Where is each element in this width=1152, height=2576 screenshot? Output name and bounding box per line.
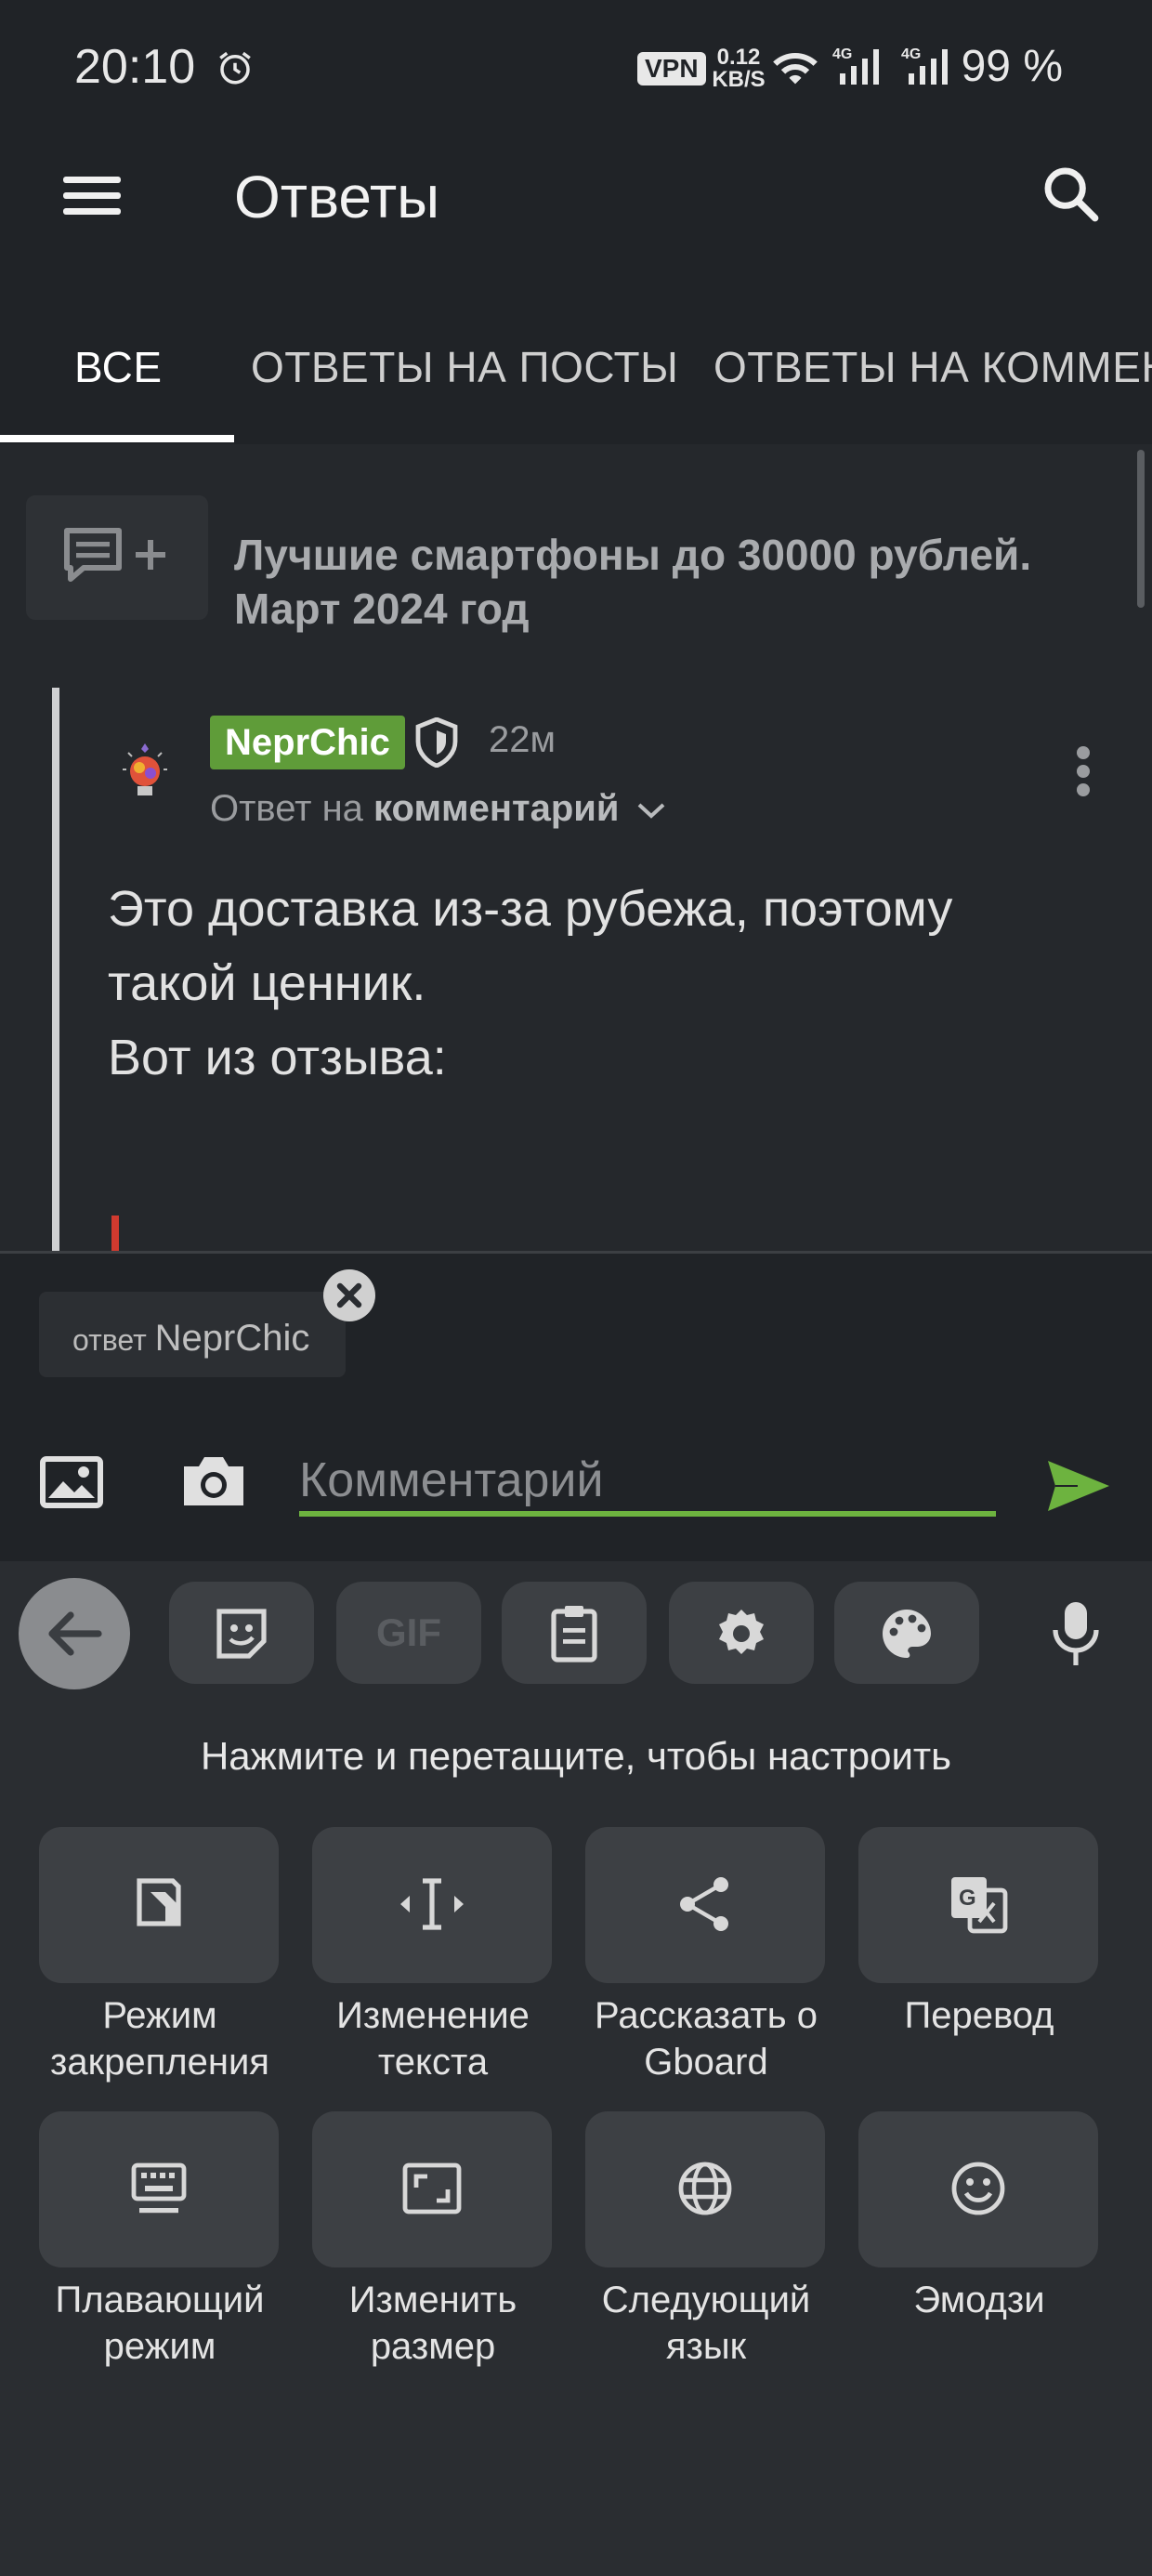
tile-floating-mode[interactable]	[39, 2111, 279, 2267]
menu-icon[interactable]	[63, 173, 121, 217]
scrollbar[interactable]	[1137, 450, 1145, 608]
tile-emoji[interactable]	[858, 2111, 1098, 2267]
signal-4g-icon: 4G	[901, 43, 957, 89]
microphone-icon[interactable]	[1048, 1598, 1104, 1667]
camera-icon[interactable]	[178, 1452, 249, 1511]
image-icon[interactable]	[39, 1455, 104, 1509]
emoji-icon	[951, 2162, 1005, 2215]
reply-to-info[interactable]: Ответ на комментарий	[210, 788, 665, 830]
network-speed: 0.12 KB/S	[712, 45, 766, 92]
tab-post-replies[interactable]: ОТВЕТЫ НА ПОСТЫ	[251, 342, 678, 392]
globe-icon	[678, 2162, 732, 2215]
replies-feed[interactable]: Лучшие смартфоны до 30000 рублей. Март 2…	[0, 444, 1152, 1251]
alarm-icon	[216, 48, 255, 87]
tile-label: Рассказать о Gboard	[595, 1995, 818, 2083]
vpn-badge: VPN	[637, 52, 706, 85]
tab-all[interactable]: ВСЕ	[74, 342, 163, 392]
shield-icon	[414, 717, 459, 768]
page-title: Ответы	[234, 164, 440, 230]
tile-resize[interactable]	[312, 2111, 552, 2267]
avatar[interactable]	[121, 740, 169, 805]
tile-translate[interactable]: G	[858, 1827, 1098, 1983]
tab-bar: ВСЕ ОТВЕТЫ НА ПОСТЫ ОТВЕТЫ НА КОММЕНТАРИ…	[0, 307, 1152, 446]
settings-button[interactable]	[669, 1582, 814, 1684]
username-badge[interactable]: NeprChic	[210, 716, 405, 769]
tab-comment-replies[interactable]: ОТВЕТЫ НА КОММЕНТАРИИ	[713, 342, 1152, 392]
translate-icon: G	[951, 1877, 1008, 1934]
tile-pin-mode[interactable]	[39, 1827, 279, 1983]
comment-body: Это доставка из-за рубежа, поэтому такой…	[108, 881, 953, 1085]
tile-label: Эмодзи	[913, 2280, 1045, 2320]
comment-input[interactable]	[299, 1450, 996, 1517]
tile-next-language[interactable]	[585, 2111, 825, 2267]
palette-icon	[883, 1610, 931, 1658]
tile-label: Перевод	[904, 1995, 1054, 2036]
signal-4g-icon: 4G	[832, 43, 888, 89]
chevron-down-icon	[637, 801, 665, 820]
comment-add-icon	[61, 525, 177, 592]
tile-label: Изменение текста	[336, 1995, 530, 2083]
tile-label: Следующий язык	[601, 2280, 811, 2367]
embedded-image-edge	[111, 1216, 119, 1251]
sticker-button[interactable]	[169, 1582, 314, 1684]
svg-text:4G: 4G	[832, 46, 852, 62]
post-comment-add-button[interactable]	[26, 495, 208, 620]
svg-text:4G: 4G	[901, 46, 921, 62]
tile-label: Изменить размер	[348, 2280, 517, 2367]
customize-hint: Нажмите и перетащите, чтобы настроить	[200, 1734, 952, 1778]
thread-line	[52, 688, 59, 1251]
text-edit-icon	[400, 1878, 464, 1930]
tile-label: Режим закрепления	[50, 1995, 269, 2083]
tile-text-edit[interactable]	[312, 1827, 552, 1983]
theme-button[interactable]	[834, 1582, 979, 1684]
floating-keyboard-icon	[131, 2162, 187, 2214]
pin-mode-icon	[137, 1878, 181, 1926]
app-bar	[0, 139, 1152, 307]
clock: 20:10	[74, 40, 196, 94]
svg-text:G: G	[959, 1886, 976, 1911]
post-title[interactable]: Лучшие смартфоны до 30000 рублей. Март 2…	[234, 528, 1070, 636]
active-tab-indicator	[0, 435, 234, 442]
sticker-icon	[216, 1609, 267, 1659]
share-icon	[680, 1877, 728, 1931]
gif-label: GIF	[376, 1610, 441, 1654]
reply-chip: ответ NeprChic	[39, 1292, 346, 1377]
back-arrow-button[interactable]	[19, 1578, 130, 1689]
battery-level: 99 %	[961, 42, 1063, 91]
comment-time: 22м	[489, 719, 556, 760]
clipboard-button[interactable]	[502, 1582, 647, 1684]
send-icon[interactable]	[1046, 1459, 1111, 1513]
tile-share-gboard[interactable]	[585, 1827, 825, 1983]
more-options-icon[interactable]	[1074, 743, 1093, 799]
clipboard-icon	[551, 1606, 597, 1663]
wifi-icon	[771, 46, 819, 89]
tile-label: Плавающий режим	[55, 2280, 265, 2367]
close-icon[interactable]	[323, 1269, 375, 1321]
resize-icon	[402, 2162, 462, 2215]
search-icon[interactable]	[1041, 164, 1100, 223]
gif-button[interactable]: GIF	[336, 1582, 481, 1684]
gear-icon	[719, 1610, 764, 1654]
